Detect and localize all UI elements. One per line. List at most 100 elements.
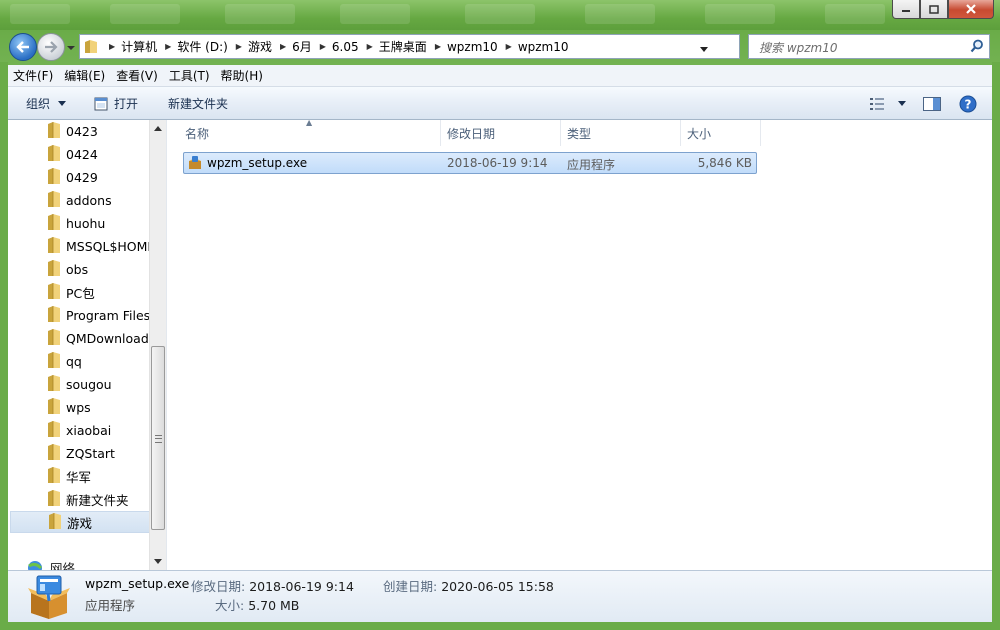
background-ghost xyxy=(110,4,180,24)
tree-item-folder[interactable]: qq xyxy=(10,350,150,372)
window-frame xyxy=(0,62,8,622)
back-button[interactable] xyxy=(9,33,37,61)
menu-tools[interactable]: 工具(T) xyxy=(164,67,215,84)
tree-item-folder[interactable]: addons xyxy=(10,189,150,211)
tree-item-folder[interactable]: 新建文件夹 xyxy=(10,488,150,510)
background-ghost xyxy=(10,4,70,24)
minimize-button[interactable] xyxy=(892,0,920,19)
column-header-label: 修改日期 xyxy=(447,126,496,141)
command-bar: 组织 打开 新建文件夹 ? xyxy=(8,87,992,120)
breadcrumb-item[interactable]: ▶ 6.05 xyxy=(313,35,360,58)
folder-icon xyxy=(48,420,60,440)
folder-icon xyxy=(48,190,60,210)
menu-file[interactable]: 文件(F) xyxy=(8,67,58,84)
tree-item-label: MSSQL$HOME xyxy=(66,238,156,254)
tree-item-label: 游戏 xyxy=(67,515,93,531)
breadcrumb-label: 游戏 xyxy=(247,40,272,54)
breadcrumb-label: 6月 xyxy=(292,40,312,54)
tree-item-folder[interactable]: PC包 xyxy=(10,281,150,303)
tree-item-folder[interactable]: Program Files xyxy=(10,304,150,326)
tree-item-folder[interactable]: obs xyxy=(10,258,150,280)
tree-item-label: 0424 xyxy=(66,146,98,162)
breadcrumb-item[interactable]: ▶ wpzm10 xyxy=(428,35,499,58)
close-button[interactable] xyxy=(948,0,994,19)
file-size: 5,846 KB xyxy=(697,156,752,170)
tree-item-label: sougou xyxy=(66,376,112,392)
tree-item-label: 网络 xyxy=(50,561,76,570)
search-input[interactable]: 搜索 wpzm10 xyxy=(748,34,990,59)
address-bar[interactable]: ▶ 计算机 ▶ 软件 (D:) ▶ 游戏 ▶ 6月 ▶ 6.05 ▶ 王牌桌面 ▶ wpzm1… xyxy=(79,34,814,59)
column-header-name[interactable]: ▲ 名称 xyxy=(167,118,441,146)
search-placeholder: 搜索 wpzm10 xyxy=(759,41,838,55)
details-modified: 修改日期: 2018-06-19 9:14 xyxy=(191,576,354,595)
scroll-down-button[interactable] xyxy=(150,553,166,570)
file-row[interactable]: wpzm_setup.exe 2018-06-19 9:14 应用程序 5,84… xyxy=(183,152,757,174)
tree-item-label: Program Files xyxy=(66,307,151,323)
breadcrumb-item[interactable]: ▶ 6月 xyxy=(273,35,313,58)
breadcrumb-label: 软件 (D:) xyxy=(177,40,228,54)
tree-item-network[interactable]: 网络 xyxy=(26,558,75,570)
window-frame xyxy=(0,622,1000,630)
scrollbar-thumb[interactable] xyxy=(151,346,165,530)
preview-pane-button[interactable] xyxy=(923,87,941,120)
tree-item-folder[interactable]: 0424 xyxy=(10,143,150,165)
folder-icon xyxy=(48,305,60,325)
tree-item-folder[interactable]: 游戏 xyxy=(10,511,150,533)
menu-view[interactable]: 查看(V) xyxy=(111,67,163,84)
folder-icon xyxy=(48,121,60,141)
chevron-right-icon: ▶ xyxy=(165,42,172,51)
open-button[interactable]: 打开 xyxy=(94,87,138,120)
new-folder-button[interactable]: 新建文件夹 xyxy=(168,87,228,120)
breadcrumb-item[interactable]: ▶ 游戏 xyxy=(229,35,273,58)
tree-item-label: 华军 xyxy=(66,469,92,485)
scroll-up-button[interactable] xyxy=(150,120,166,137)
tree-item-folder[interactable]: 0429 xyxy=(10,166,150,188)
recent-pages-dropdown[interactable] xyxy=(66,42,76,52)
chevron-down-icon xyxy=(898,100,906,106)
details-created: 创建日期: 2020-06-05 15:58 xyxy=(383,576,554,595)
details-size: 大小: 5.70 MB xyxy=(215,595,299,614)
tree-item-folder[interactable]: huohu xyxy=(10,212,150,234)
column-header-label: 名称 xyxy=(185,126,210,141)
background-ghost xyxy=(705,4,775,24)
folder-icon xyxy=(48,351,60,371)
address-history-dropdown[interactable] xyxy=(699,43,709,57)
help-button[interactable]: ? xyxy=(959,87,977,120)
forward-button[interactable] xyxy=(37,33,65,61)
maximize-icon xyxy=(929,4,939,14)
organize-button[interactable]: 组织 xyxy=(26,87,67,120)
tree-item-folder[interactable]: QMDownload xyxy=(10,327,150,349)
chevron-down-icon xyxy=(154,559,162,564)
content-area: 游戏 新建文件夹 华军 ZQStart xiaobai wps sougou qq QMDown… xyxy=(8,118,992,570)
details-file-name: wpzm_setup.exe xyxy=(85,576,190,591)
tree-item-folder[interactable]: sougou xyxy=(10,373,150,395)
column-header-type[interactable]: 类型 xyxy=(561,120,681,146)
breadcrumb-item[interactable]: ▶ 计算机 xyxy=(102,35,158,58)
change-view-button[interactable] xyxy=(870,87,908,120)
column-header-size[interactable]: 大小 xyxy=(681,120,761,146)
menu-edit[interactable]: 编辑(E) xyxy=(59,67,110,84)
menu-help[interactable]: 帮助(H) xyxy=(216,67,268,84)
breadcrumb-item[interactable]: ▶ 王牌桌面 xyxy=(360,35,428,58)
maximize-button[interactable] xyxy=(920,0,948,19)
tree-item-folder[interactable]: MSSQL$HOME xyxy=(10,235,155,257)
search-icon[interactable] xyxy=(970,39,984,53)
preview-pane-icon xyxy=(923,96,941,111)
tree-item-folder[interactable]: xiaobai xyxy=(10,419,150,441)
navigation-scrollbar[interactable] xyxy=(149,120,166,570)
tree-item-folder[interactable]: 0423 xyxy=(10,120,150,142)
tree-item-folder[interactable]: ZQStart xyxy=(10,442,150,464)
column-header-date[interactable]: 修改日期 xyxy=(441,120,561,146)
folder-icon xyxy=(48,167,60,187)
tree-item-folder[interactable]: wps xyxy=(10,396,150,418)
breadcrumb-item[interactable]: ▶ 软件 (D:) xyxy=(158,35,229,58)
tree-item-label: xiaobai xyxy=(66,422,112,438)
caption-buttons xyxy=(892,0,994,19)
breadcrumb-label: 计算机 xyxy=(121,40,158,54)
tree-item-folder[interactable]: 华军 xyxy=(10,465,150,487)
chevron-right-icon: ▶ xyxy=(366,42,373,51)
breadcrumb-item[interactable]: ▶ wpzm10 xyxy=(499,35,570,58)
file-list-pane: ▲ 名称 修改日期 类型 大小 wpzm_setup.exe 2018-06-1… xyxy=(166,118,992,570)
title-bar xyxy=(0,0,1000,34)
tree-item-label: huohu xyxy=(66,215,106,231)
